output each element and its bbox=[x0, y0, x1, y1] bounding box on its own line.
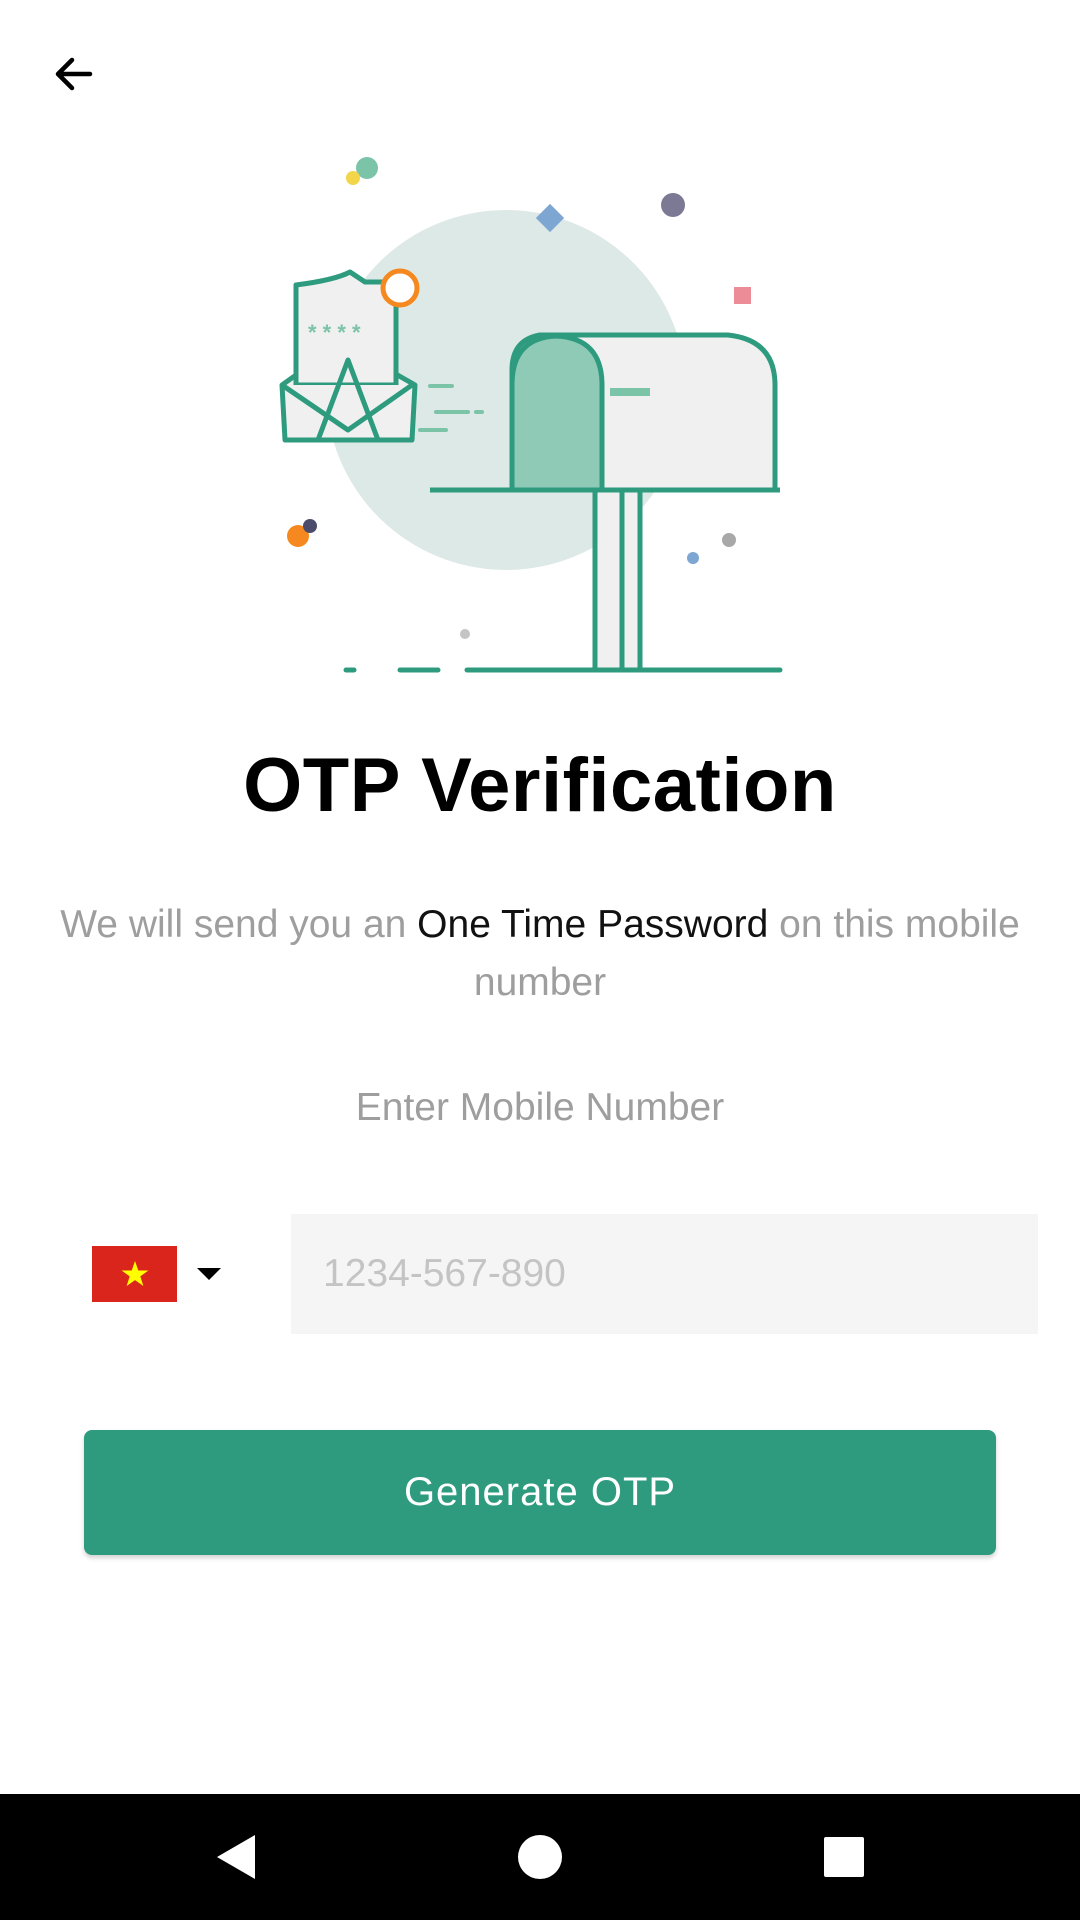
caret-down-icon bbox=[197, 1268, 221, 1280]
mobile-number-label: Enter Mobile Number bbox=[355, 1086, 725, 1129]
subtitle-emphasis: One Time Password bbox=[417, 903, 769, 946]
subtitle-text: We will send you an bbox=[60, 903, 418, 946]
nav-recents-button[interactable] bbox=[784, 1794, 904, 1920]
mobile-number-input[interactable] bbox=[291, 1214, 1038, 1334]
generate-otp-button[interactable]: Generate OTP bbox=[84, 1430, 996, 1555]
country-code-picker[interactable] bbox=[92, 1246, 232, 1302]
svg-text:* * * *: * * * * bbox=[308, 320, 361, 345]
back-button[interactable] bbox=[34, 34, 114, 114]
nav-back-button[interactable] bbox=[176, 1794, 296, 1920]
nav-home-icon bbox=[518, 1835, 562, 1879]
nav-home-button[interactable] bbox=[480, 1794, 600, 1920]
system-navigation-bar bbox=[0, 1794, 1080, 1920]
otp-verification-screen: * * * * OTP Verification We will send yo… bbox=[0, 0, 1080, 1920]
mailbox-envelope-illustration: * * * * bbox=[279, 157, 783, 673]
nav-back-icon bbox=[217, 1835, 255, 1879]
nav-recents-icon bbox=[824, 1837, 864, 1877]
page-title: OTP Verification bbox=[243, 743, 837, 828]
page-subtitle: We will send you an One Time Password on… bbox=[60, 896, 1020, 1012]
vietnam-flag-icon bbox=[92, 1246, 177, 1302]
arrow-left-icon bbox=[55, 57, 93, 91]
